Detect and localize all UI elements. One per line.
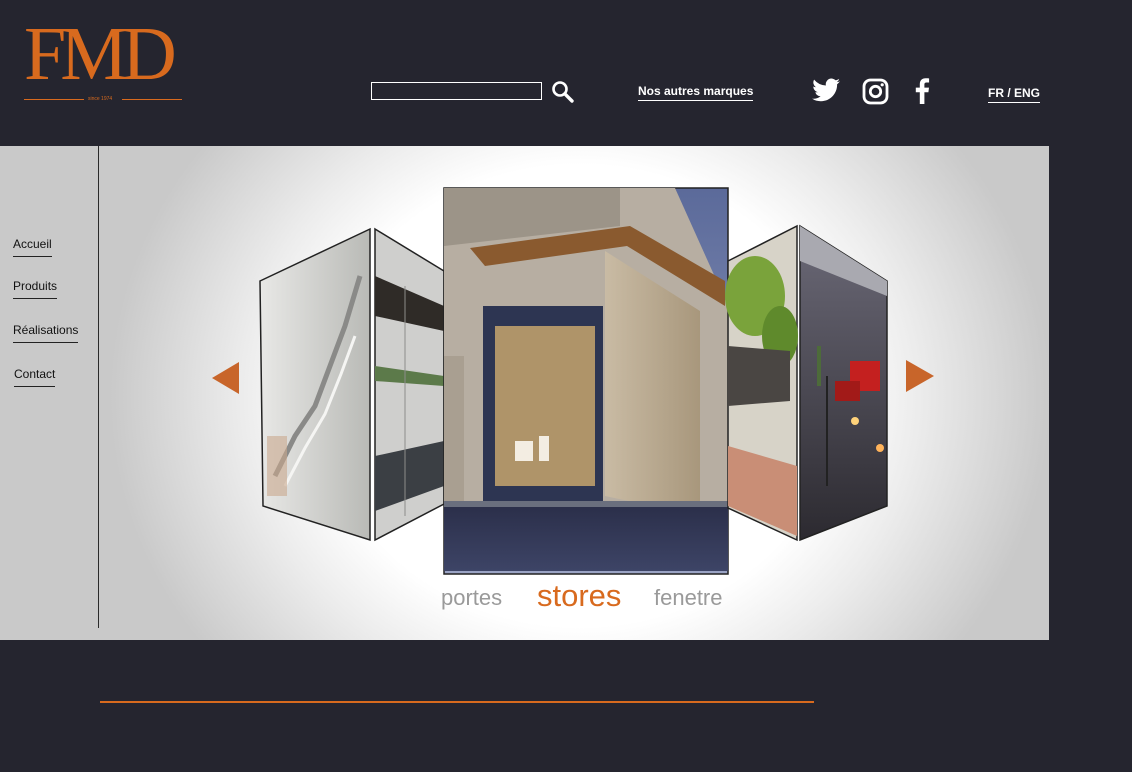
logo-rule-right [122, 99, 182, 100]
lang-fr[interactable]: FR [988, 86, 1004, 100]
instagram-icon[interactable] [862, 78, 889, 105]
category-stores[interactable]: stores [537, 578, 621, 614]
twitter-icon[interactable] [811, 78, 841, 104]
category-fenetre[interactable]: fenetre [654, 585, 723, 611]
search-input[interactable] [371, 82, 542, 100]
facebook-icon[interactable] [914, 78, 930, 104]
language-switcher: FR / ENG [988, 86, 1041, 103]
panel-awning[interactable] [725, 224, 798, 542]
footer-divider [100, 701, 814, 703]
product-carousel[interactable] [255, 186, 895, 581]
sidebar-item-realisations[interactable]: Réalisations [13, 323, 79, 343]
logo[interactable]: FMD since 1974 [24, 16, 186, 106]
other-brands-link[interactable]: Nos autres marques [638, 84, 754, 101]
panel-terrace[interactable] [799, 224, 888, 542]
main-stage: Accueil Produits Réalisations Contact po… [0, 146, 1049, 640]
chevron-right-icon[interactable] [906, 360, 934, 392]
panel-house-pool[interactable] [443, 187, 729, 575]
panel-building[interactable] [374, 227, 445, 542]
sidebar-item-contact[interactable]: Contact [14, 367, 56, 387]
sidebar-divider [98, 146, 99, 628]
chevron-left-icon[interactable] [212, 362, 240, 394]
lang-eng[interactable]: ENG [1014, 86, 1040, 100]
sidebar-item-accueil[interactable]: Accueil [13, 237, 52, 257]
panel-staircase[interactable] [259, 227, 371, 542]
lang-separator: / [1004, 86, 1015, 100]
logo-since-text: since 1974 [88, 96, 113, 102]
category-portes[interactable]: portes [441, 585, 502, 611]
sidebar-item-produits[interactable]: Produits [13, 279, 58, 299]
logo-rule-left [24, 99, 84, 100]
logo-mark: FMD [24, 12, 177, 96]
search-icon[interactable] [551, 80, 575, 104]
